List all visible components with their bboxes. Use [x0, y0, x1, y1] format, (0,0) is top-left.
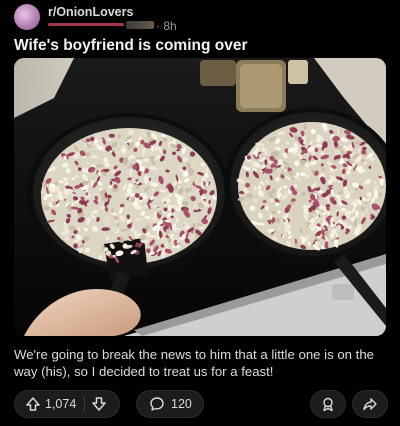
comment-count: 120	[171, 397, 192, 411]
share-icon	[362, 396, 378, 412]
vote-controls: 1,074	[14, 390, 120, 418]
post-image[interactable]	[14, 58, 386, 336]
subreddit-name[interactable]: r/OnionLovers	[48, 5, 133, 19]
post-timestamp: · 8h	[156, 19, 177, 33]
post-title[interactable]: Wife's boyfriend is coming over	[14, 37, 386, 55]
award-icon	[320, 396, 336, 412]
share-button[interactable]	[352, 390, 388, 418]
post-body: We're going to break the news to him tha…	[14, 347, 375, 379]
post-actions: 1,074 120	[14, 390, 388, 420]
upvote-icon[interactable]	[25, 396, 41, 412]
subreddit-avatar[interactable]	[14, 4, 40, 30]
award-button[interactable]	[310, 390, 346, 418]
comment-icon	[149, 396, 165, 412]
downvote-icon[interactable]	[91, 396, 107, 412]
vote-count: 1,074	[45, 397, 77, 411]
author-name-redacted[interactable]	[48, 23, 124, 26]
stovetop-onions-photo	[14, 58, 386, 336]
timestamp-value: 8h	[163, 19, 177, 33]
comments-button[interactable]: 120	[136, 390, 204, 418]
vote-divider	[84, 396, 86, 412]
author-line: · 8h	[48, 19, 188, 33]
post-header: r/OnionLovers · 8h	[14, 2, 386, 33]
author-flair	[126, 21, 154, 29]
